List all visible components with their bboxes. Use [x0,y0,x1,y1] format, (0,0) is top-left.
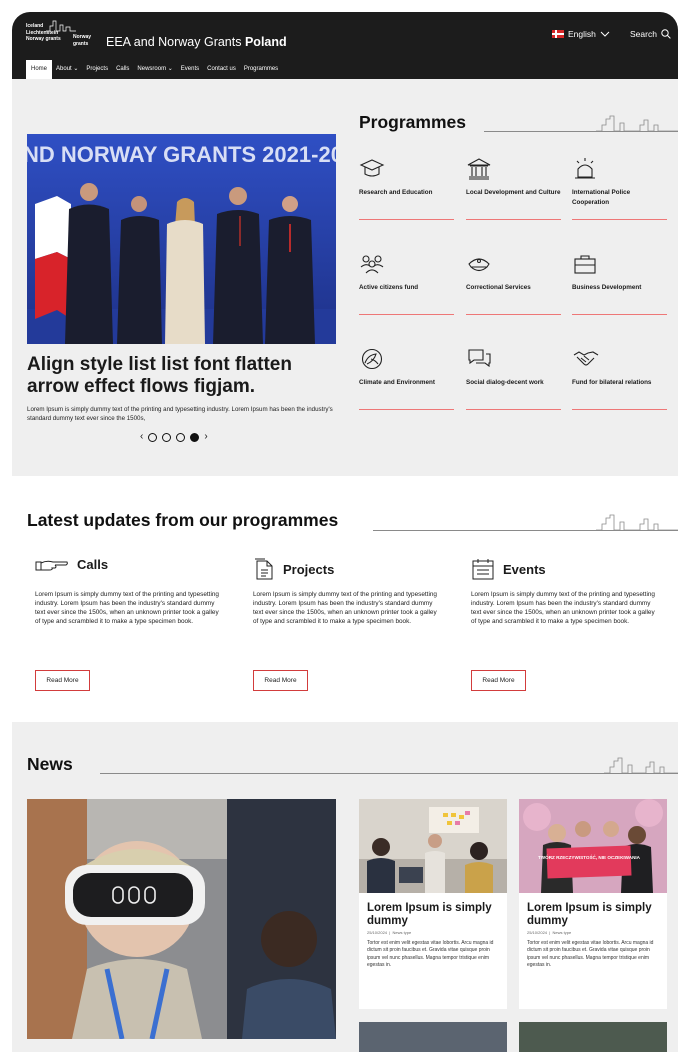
handshake-icon [573,351,599,366]
chevron-down-icon [600,31,610,37]
hero-description: Lorem Ipsum is simply dummy text of the … [27,406,333,422]
programme-correctional-services[interactable]: Correctional Services [466,252,561,327]
programme-divider [572,409,667,410]
projects-read-more-button[interactable]: Read More [253,670,308,691]
programme-local-development[interactable]: Local Development and Culture [466,157,561,232]
officer-cap-icon [468,258,490,272]
news-card-excerpt: Tortor est enim velit egestas vitae lobo… [367,940,494,968]
news-title: News [27,754,73,774]
search-button[interactable]: Search [630,29,671,39]
logo-text-right: Norway grants [73,34,92,47]
globe-leaf-icon [361,348,383,370]
programmes-title: Programmes [359,112,466,132]
hero-title[interactable]: Align style list list font flatten arrow… [27,354,337,398]
updates-title: Latest updates from our programmes [27,510,339,530]
events-heading[interactable]: Events [471,557,546,581]
carousel-prev-icon[interactable]: ‹ [140,432,143,442]
programme-divider [359,314,454,315]
programme-social-dialog[interactable]: Social dialog-decent work [466,347,561,422]
carousel-dot-1[interactable] [148,432,158,442]
language-selector[interactable]: English [552,29,610,39]
carousel-next-icon[interactable]: › [204,432,207,442]
skyline-decoration-icon [604,757,678,774]
news-card-title[interactable]: Lorem Ipsum is simply dummy [527,902,661,928]
uk-flag-icon [552,30,564,38]
programme-divider [466,409,561,410]
chat-icon [468,349,491,368]
browser-viewport: Iceland Liechtenstein Norway grants Norw… [12,12,678,1052]
news-card-image [359,799,507,893]
nav-projects[interactable]: Projects [82,60,112,79]
museum-icon [467,158,491,180]
carousel-dot-4[interactable] [190,432,200,442]
people-icon [360,255,384,274]
carousel-dot-3[interactable] [176,432,186,442]
programme-divider [572,219,667,220]
calls-description: Lorem Ipsum is simply dummy text of the … [35,591,219,625]
projects-description: Lorem Ipsum is simply dummy text of the … [253,591,437,625]
programme-business-development[interactable]: Business Development [572,252,667,327]
news-card-2[interactable]: TWÓRZ RZECZYWISTOŚĆ, NIE OCZEKIWANIA Lor… [519,799,667,1009]
programme-divider [572,314,667,315]
calendar-icon [472,559,494,580]
carousel-dot-2[interactable] [162,432,172,442]
police-light-icon [575,158,595,179]
carousel-pagination: ‹ › [140,432,208,442]
pointing-hand-icon [35,560,68,570]
briefcase-icon [574,255,596,274]
news-card-4-image[interactable] [519,1022,667,1052]
projects-heading[interactable]: Projects [253,557,334,581]
graduation-cap-icon [359,159,385,177]
nav-newsroom[interactable]: Newsroom ⌄ [133,60,176,79]
nav-home[interactable]: Home [26,60,53,79]
site-header: Iceland Liechtenstein Norway grants Norw… [12,12,678,79]
skyline-logo-icon [46,20,76,32]
search-icon [661,29,671,39]
nav-calls[interactable]: Calls [112,60,133,79]
nav-events[interactable]: Events [177,60,203,79]
nav-programmes[interactable]: Programmes [240,60,282,79]
programme-climate-environment[interactable]: Climate and Environment [359,347,454,422]
events-read-more-button[interactable]: Read More [471,670,526,691]
document-icon [255,558,273,580]
sign-text: TWÓRZ RZECZYWISTOŚĆ, NIE OCZEKIWANIA [538,853,641,860]
hero-image[interactable]: ND NORWAY GRANTS 2021-20 [27,134,336,344]
news-card-1[interactable]: Lorem Ipsum is simply dummy 25/10/2024 |… [359,799,507,1009]
site-title: EEA and Norway Grants Poland [106,35,287,49]
news-card-3-image[interactable] [359,1022,507,1052]
programme-divider [466,314,561,315]
programme-divider [466,219,561,220]
programme-active-citizens[interactable]: Active citizens fund [359,252,454,327]
news-card-excerpt: Tortor est enim velit egestas vitae lobo… [527,940,654,968]
calls-read-more-button[interactable]: Read More [35,670,90,691]
nav-contact[interactable]: Contact us [203,60,240,79]
site-logo[interactable]: Iceland Liechtenstein Norway grants Norw… [26,20,92,54]
skyline-decoration-icon [596,115,678,132]
programme-police-cooperation[interactable]: International Police Cooperation [572,157,667,232]
featured-news-image[interactable] [27,799,336,1039]
main-nav: Home About ⌄ Projects Calls Newsroom ⌄ E… [26,60,282,79]
hero-banner-text: ND NORWAY GRANTS 2021-20 [27,142,336,167]
nav-about[interactable]: About ⌄ [52,60,82,79]
skyline-decoration-icon [596,514,678,531]
programme-divider [359,409,454,410]
calls-heading[interactable]: Calls [35,557,108,572]
events-description: Lorem Ipsum is simply dummy text of the … [471,591,655,625]
news-card-meta: 25/10/2024 | News type [527,930,572,935]
programme-divider [359,219,454,220]
news-card-meta: 25/10/2024 | News type [367,930,412,935]
programme-bilateral-fund[interactable]: Fund for bilateral relations [572,347,667,422]
news-card-image: TWÓRZ RZECZYWISTOŚĆ, NIE OCZEKIWANIA [519,799,667,893]
news-card-title[interactable]: Lorem Ipsum is simply dummy [367,902,501,928]
latest-updates-section: Latest updates from our programmes Calls… [12,476,678,722]
programme-research-education[interactable]: Research and Education [359,157,454,232]
news-divider [100,773,678,774]
